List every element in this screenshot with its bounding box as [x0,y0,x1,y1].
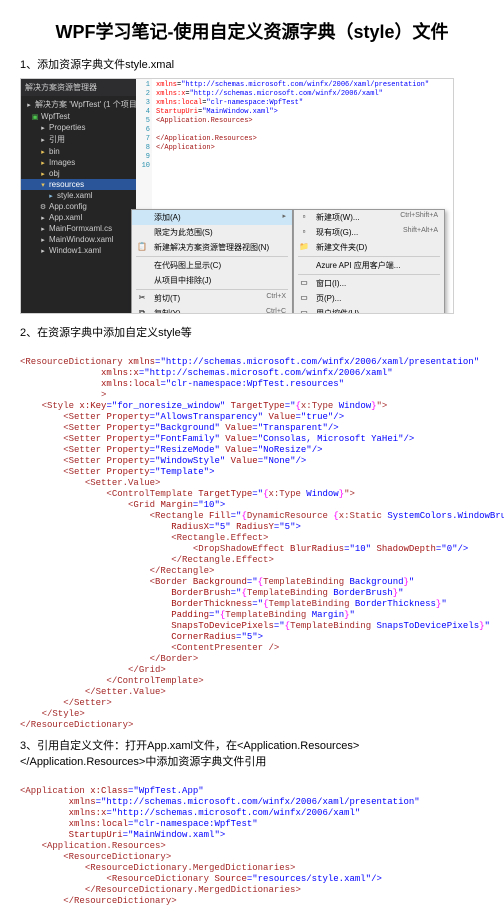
menu-icon: ✂ [136,293,148,302]
menu-label: 限定为此范围(S) [154,228,213,237]
solution-explorer: 解决方案资源管理器 ▸解决方案 'WpfTest' (1 个项目) ▣WpfTe… [21,79,136,313]
menu-item[interactable]: ▭ 用户控件(U)... [294,306,444,314]
menu-label: Azure API 应用客户端... [316,261,400,270]
code-block-1: <ResourceDictionary xmlns="http://schema… [20,346,484,731]
menu-item[interactable]: ⧉ Ctrl+C 复制(Y) [132,306,292,314]
menu-label: 现有项(G)... [316,228,358,237]
menu-item[interactable]: 📋 新建解决方案资源管理器视图(N) [132,240,292,255]
tree-node[interactable]: ▸bin [21,146,136,157]
menu-label: 页(P)... [316,294,341,303]
menu-icon: ▫ [298,212,310,221]
tree-solution[interactable]: ▸解决方案 'WpfTest' (1 个项目) [21,98,136,111]
menu-label: 添加(A) [154,213,181,222]
menu-icon: 📋 [136,242,148,251]
menu-label: 剪切(T) [154,294,180,303]
menu-label: 在代码图上显示(C) [154,261,221,270]
menu-item[interactable]: 📁 新建文件夹(D) [294,240,444,255]
menu-shortcut: Shift+Alt+A [403,227,438,234]
context-menu-2: ▫ Ctrl+Shift+A 新建项(W)... ▫ Shift+Alt+A 现有项(G)… [293,209,445,314]
menu-item[interactable]: ▫ Shift+Alt+A 现有项(G)... [294,225,444,240]
menu-shortcut: Ctrl+Shift+A [400,212,438,219]
code-content: xmlns="http://schemas.microsoft.com/winf… [152,79,453,155]
tree-node[interactable]: ⚙App.config [21,201,136,212]
menu-separator [298,274,440,275]
step-2: 2、在资源字典中添加自定义style等 [20,324,484,340]
menu-icon: 📁 [298,242,310,251]
menu-label: 新建解决方案资源管理器视图(N) [154,243,269,252]
menu-separator [136,256,288,257]
solution-header: 解决方案资源管理器 [21,79,136,96]
step-1: 1、添加资源字典文件style.xmal [20,56,484,72]
menu-label: 新建项(W)... [316,213,360,222]
submenu-arrow-icon: ▸ [282,212,286,220]
tree-node-resources[interactable]: ▾resources [21,179,136,190]
menu-shortcut: Ctrl+X [266,293,286,300]
menu-label: 复制(Y) [154,309,181,314]
page-title: WPF学习笔记-使用自定义资源字典（style）文件 [20,18,484,44]
menu-item[interactable]: ✂ Ctrl+X 剪切(T) [132,291,292,306]
menu-item[interactable]: 在代码图上显示(C) [132,258,292,273]
tree-node[interactable]: ▸Images [21,157,136,168]
tree-node-stylexaml[interactable]: ▸style.xaml [21,190,136,201]
menu-item[interactable]: ▭ 窗口(I)... [294,276,444,291]
menu-label: 用户控件(U)... [316,309,366,314]
menu-icon: ▫ [298,227,310,236]
tree-node[interactable]: ▸Window1.xaml [21,245,136,256]
tree-project[interactable]: ▣WpfTest [21,111,136,122]
menu-icon: ⧉ [136,308,148,314]
tree-node[interactable]: ▸引用 [21,133,136,146]
code-block-2: <Application x:Class="WpfTest.App" xmlns… [20,775,484,907]
tree-node[interactable]: ▸App.xaml [21,212,136,223]
menu-label: 从项目中排除(J) [154,276,211,285]
tree-node[interactable]: ▸MainWindow.xaml [21,234,136,245]
menu-icon: ▭ [298,278,310,287]
menu-icon: ▭ [298,293,310,302]
menu-item[interactable]: ▫ Ctrl+Shift+A 新建项(W)... [294,210,444,225]
tree-node[interactable]: ▸Properties [21,122,136,133]
menu-item[interactable]: Azure API 应用客户端... [294,258,444,273]
menu-shortcut: Ctrl+C [266,308,286,314]
step-3: 3、引用自定义文件：打开App.xaml文件，在<Application.Res… [20,737,484,769]
menu-item[interactable]: 限定为此范围(S) [132,225,292,240]
tree-node[interactable]: ▸MainFormxaml.cs [21,223,136,234]
menu-item[interactable]: 添加(A) ▸ [132,210,292,225]
menu-item[interactable]: ▭ 页(P)... [294,291,444,306]
menu-item[interactable]: 从项目中排除(J) [132,273,292,288]
context-menu-1: 添加(A) ▸ 限定为此范围(S) 📋 新建解决方案资源管理器视图(N) 在代码图上显示(… [131,209,293,314]
screenshot-1: 解决方案资源管理器 ▸解决方案 'WpfTest' (1 个项目) ▣WpfTe… [20,78,454,314]
menu-icon: ▭ [298,308,310,314]
menu-separator [298,256,440,257]
menu-label: 新建文件夹(D) [316,243,367,252]
tree-node[interactable]: ▸obj [21,168,136,179]
menu-label: 窗口(I)... [316,279,346,288]
menu-separator [136,289,288,290]
